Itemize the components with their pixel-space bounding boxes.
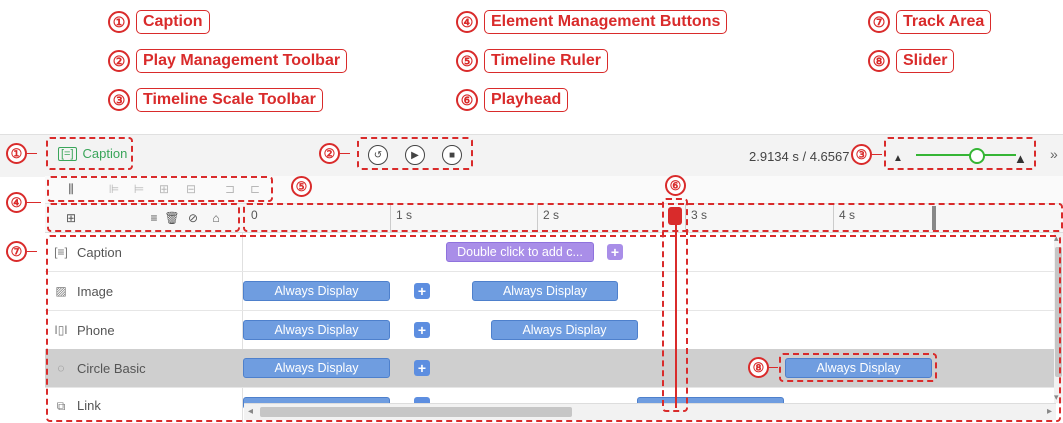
- callout-number: ⑥: [665, 175, 686, 196]
- annotation-track-area: [46, 235, 1061, 422]
- callout-number: ④: [6, 192, 27, 213]
- time-display: 2.9134 s / 4.6567 s: [749, 149, 860, 164]
- callout-number: ①: [6, 143, 27, 164]
- legend-label: Timeline Ruler: [484, 49, 608, 73]
- annotation-play-toolbar: [357, 137, 473, 170]
- collapse-icon[interactable]: »: [1050, 146, 1058, 162]
- legend-playhead: ⑥ Playhead: [456, 87, 569, 113]
- legend-number: ⑦: [868, 11, 890, 33]
- callout-number: ②: [319, 143, 340, 164]
- annotation-scale-toolbar: [884, 137, 1036, 170]
- legend-label: Timeline Scale Toolbar: [136, 88, 323, 112]
- legend-number: ②: [108, 50, 130, 72]
- legend-number: ③: [108, 89, 130, 111]
- annotation-element-buttons-top: [47, 176, 273, 202]
- callout-number: ⑦: [6, 241, 27, 262]
- callout-number: ③: [851, 144, 872, 165]
- callout-3: ③: [851, 144, 882, 165]
- legend-slider: ⑧ Slider: [868, 48, 955, 74]
- legend-label: Element Management Buttons: [484, 10, 728, 34]
- legend-number: ④: [456, 11, 478, 33]
- callout-number: ⑤: [291, 176, 312, 197]
- callout-6: ⑥: [665, 175, 686, 196]
- callout-number: ⑧: [748, 357, 769, 378]
- annotation-element-buttons: [47, 203, 240, 232]
- legend-label: Playhead: [484, 88, 569, 112]
- legend-play-management: ② Play Management Toolbar: [108, 48, 348, 74]
- callout-7: ⑦: [6, 241, 37, 262]
- annotation-ruler: [243, 203, 1063, 232]
- legend-timeline-scale: ③ Timeline Scale Toolbar: [108, 87, 323, 113]
- annotation-slider: [779, 353, 937, 382]
- callout-1: ①: [6, 143, 37, 164]
- annotation-caption: [46, 137, 133, 170]
- legend-number: ⑧: [868, 50, 890, 72]
- legend-label: Slider: [896, 49, 955, 73]
- legend-caption: ① Caption: [108, 9, 210, 35]
- callout-5: ⑤: [291, 176, 312, 197]
- legend-number: ①: [108, 11, 130, 33]
- legend-label: Play Management Toolbar: [136, 49, 348, 73]
- legend-number: ⑥: [456, 89, 478, 111]
- legend-track-area: ⑦ Track Area: [868, 9, 992, 35]
- callout-2: ②: [319, 143, 350, 164]
- legend-label: Caption: [136, 10, 210, 34]
- callout-4: ④: [6, 192, 41, 213]
- legend-number: ⑤: [456, 50, 478, 72]
- legend-label: Track Area: [896, 10, 992, 34]
- callout-8: ⑧: [748, 357, 778, 378]
- legend-timeline-ruler: ⑤ Timeline Ruler: [456, 48, 608, 74]
- legend-element-management: ④ Element Management Buttons: [456, 9, 728, 35]
